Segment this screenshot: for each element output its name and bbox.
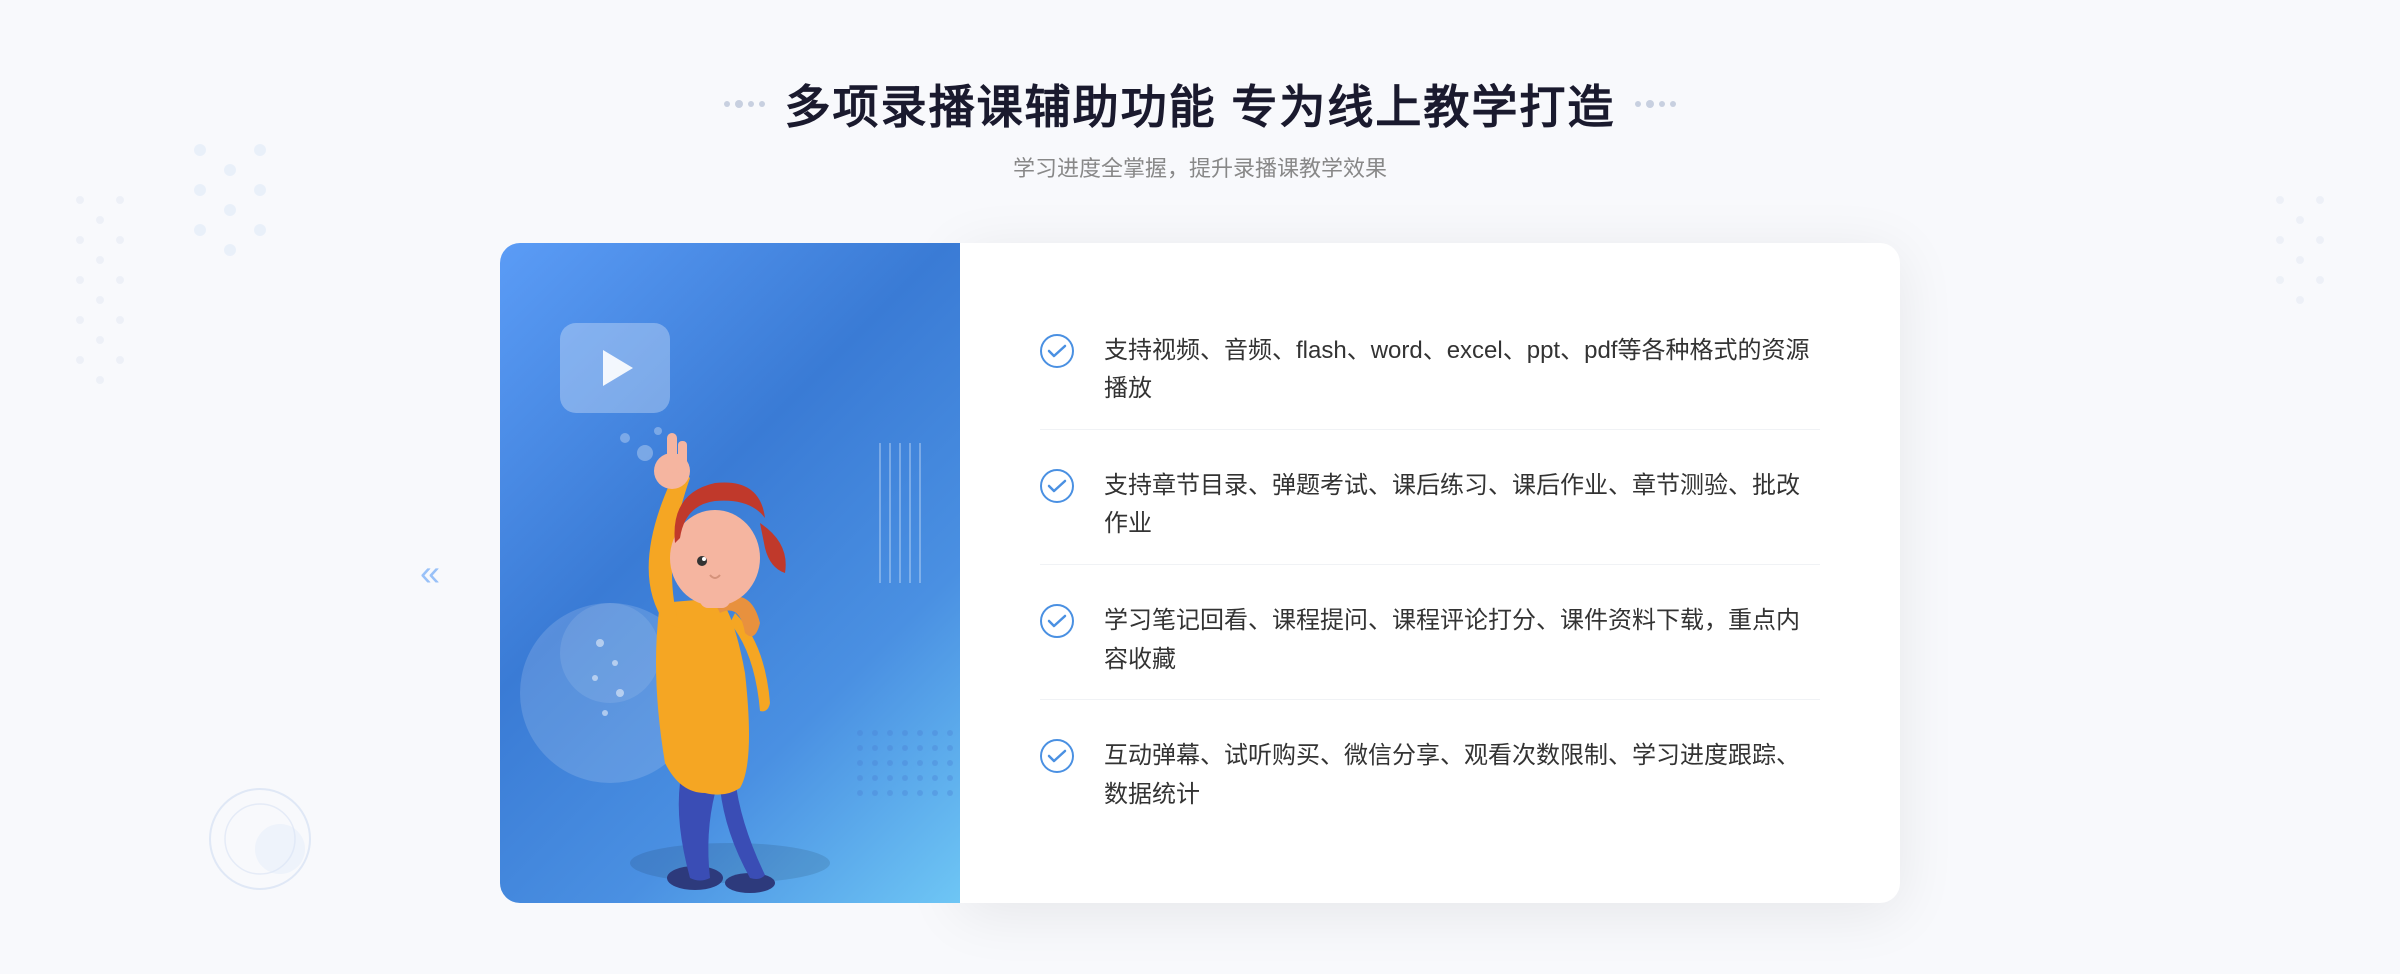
check-icon-3 — [1040, 604, 1074, 638]
check-icon-2 — [1040, 469, 1074, 503]
check-icon-1 — [1040, 334, 1074, 368]
feature-text-4: 互动弹幕、试听购买、微信分享、观看次数限制、学习进度跟踪、数据统计 — [1104, 737, 1820, 814]
left-arrows-decoration: « — [420, 552, 440, 594]
content-section: « — [500, 243, 1900, 903]
feature-text-3: 学习笔记回看、课程提问、课程评论打分、课件资料下载，重点内容收藏 — [1104, 602, 1820, 679]
illustration-card — [500, 243, 960, 903]
title-decorator-right — [1635, 100, 1676, 108]
feature-text-1: 支持视频、音频、flash、word、excel、ppt、pdf等各种格式的资源… — [1104, 332, 1820, 409]
page-wrapper: 多项录播课辅助功能 专为线上教学打造 学习进度全掌握，提升录播课教学效果 « — [0, 0, 2400, 974]
header-section: 多项录播课辅助功能 专为线上教学打造 学习进度全掌握，提升录播课教学效果 — [724, 71, 1677, 183]
feature-item-4: 互动弹幕、试听购买、微信分享、观看次数限制、学习进度跟踪、数据统计 — [1040, 717, 1820, 834]
features-card: 支持视频、音频、flash、word、excel、ppt、pdf等各种格式的资源… — [960, 243, 1900, 903]
dot-grid-decoration — [850, 723, 970, 823]
title-decorator-left — [724, 100, 765, 108]
bottom-circles-decoration — [200, 769, 340, 914]
check-icon-4 — [1040, 739, 1074, 773]
feature-text-2: 支持章节目录、弹题考试、课后练习、课后作业、章节测验、批改作业 — [1104, 467, 1820, 544]
feature-item-3: 学习笔记回看、课程提问、课程评论打分、课件资料下载，重点内容收藏 — [1040, 582, 1820, 700]
feature-item-2: 支持章节目录、弹题考试、课后练习、课后作业、章节测验、批改作业 — [1040, 447, 1820, 565]
title-row: 多项录播课辅助功能 专为线上教学打造 — [724, 71, 1677, 137]
feature-item-1: 支持视频、音频、flash、word、excel、ppt、pdf等各种格式的资源… — [1040, 312, 1820, 430]
page-subtitle: 学习进度全掌握，提升录播课教学效果 — [724, 151, 1677, 183]
page-title: 多项录播课辅助功能 专为线上教学打造 — [785, 71, 1616, 137]
